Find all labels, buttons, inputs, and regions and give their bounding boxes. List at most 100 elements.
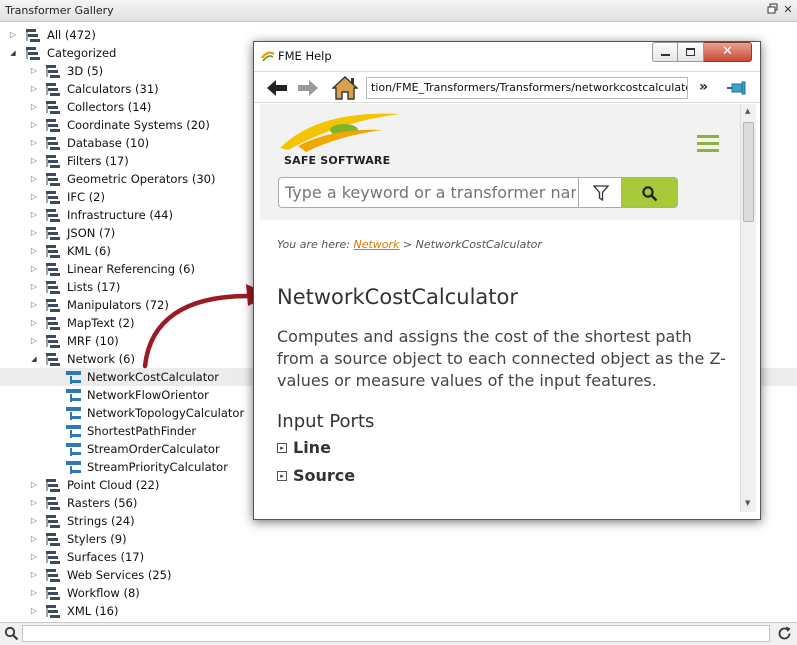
home-icon[interactable] xyxy=(331,76,359,103)
category-tree-icon xyxy=(46,569,61,582)
expand-arrow-icon[interactable]: ▷ xyxy=(29,188,39,206)
float-panel-button[interactable] xyxy=(766,3,780,17)
tree-item-label: Linear Referencing (6) xyxy=(67,262,195,276)
back-arrow-icon[interactable] xyxy=(266,79,288,100)
expand-arrow-icon[interactable]: ▷ xyxy=(29,260,39,278)
close-button[interactable]: ✕ xyxy=(704,42,752,62)
expand-arrow-icon[interactable]: ▷ xyxy=(29,548,39,566)
category-tree-icon xyxy=(46,497,61,510)
minimize-button[interactable] xyxy=(652,42,678,62)
expand-arrow-icon[interactable]: ▷ xyxy=(29,476,39,494)
scroll-down-icon[interactable]: ▼ xyxy=(745,499,750,507)
address-bar[interactable]: tion/FME_Transformers/Transformers/netwo… xyxy=(366,77,688,99)
expand-arrow-icon[interactable]: ▷ xyxy=(29,332,39,350)
expand-arrow-icon[interactable]: ▷ xyxy=(29,206,39,224)
tree-item-label: NetworkFlowOrientor xyxy=(87,388,209,402)
filter-button[interactable] xyxy=(578,177,622,208)
panel-titlebar: Transformer Gallery ✕ xyxy=(0,0,797,22)
expand-arrow-icon[interactable]: ▷ xyxy=(29,314,39,332)
category-tree-icon xyxy=(46,191,61,204)
category-tree-icon xyxy=(46,245,61,258)
category-tree-icon xyxy=(46,209,61,222)
scroll-up-icon[interactable]: ▲ xyxy=(745,107,750,115)
expand-arrow-icon[interactable]: ▷ xyxy=(29,278,39,296)
category-tree-icon xyxy=(46,227,61,240)
logo-text: SAFE SOFTWARE xyxy=(284,154,391,167)
expand-arrow-icon[interactable]: ▷ xyxy=(29,530,39,548)
tree-item-label: Strings (24) xyxy=(67,514,135,528)
tree-item-label: Calculators (31) xyxy=(67,82,159,96)
filter-icon xyxy=(592,185,610,204)
close-panel-button[interactable]: ✕ xyxy=(781,3,795,17)
category-tree-icon xyxy=(46,101,61,114)
help-window-title: FME Help xyxy=(278,49,332,63)
expand-box-icon: ▸ xyxy=(277,471,287,481)
tree-item-label: NetworkCostCalculator xyxy=(87,370,219,384)
site-header: SAFE SOFTWARE xyxy=(260,104,740,220)
tree-item-label: StreamPriorityCalculator xyxy=(87,460,228,474)
search-button[interactable] xyxy=(622,177,678,208)
refresh-icon[interactable] xyxy=(776,625,793,645)
help-search-input[interactable] xyxy=(278,177,578,208)
expand-arrow-icon[interactable]: ▷ xyxy=(29,170,39,188)
category-tree-icon xyxy=(46,353,61,366)
tree-item-label: Point Cloud (22) xyxy=(67,478,160,492)
transformer-node-icon xyxy=(66,371,81,384)
page-title: NetworkCostCalculator xyxy=(277,285,519,309)
maximize-button[interactable] xyxy=(678,42,704,62)
help-scrollbar[interactable]: ▲ ▼ xyxy=(740,104,756,512)
panel-title: Transformer Gallery xyxy=(5,4,114,17)
tree-item-label: XML (16) xyxy=(67,604,119,618)
expand-arrow-icon[interactable]: ▷ xyxy=(29,512,39,530)
collapse-arrow-icon[interactable]: ◢ xyxy=(29,350,39,368)
category-tree-icon xyxy=(46,317,61,330)
expand-arrow-icon[interactable]: ▷ xyxy=(29,602,39,620)
category-tree-icon xyxy=(26,47,41,60)
expand-arrow-icon[interactable]: ▷ xyxy=(29,584,39,602)
expand-arrow-icon[interactable]: ▷ xyxy=(29,566,39,584)
more-chevron-icon[interactable]: » xyxy=(699,79,708,95)
tree-item-label: KML (6) xyxy=(67,244,111,258)
tree-item-category[interactable]: ▷ XML (16) xyxy=(0,602,797,620)
tree-item-label: Collectors (14) xyxy=(67,100,152,114)
pin-icon[interactable] xyxy=(726,81,750,98)
expand-arrow-icon[interactable]: ▷ xyxy=(29,116,39,134)
tree-item-label: Manipulators (72) xyxy=(67,298,169,312)
search-input[interactable] xyxy=(22,625,770,642)
menu-hamburger-icon[interactable] xyxy=(697,134,719,155)
tree-item-label: Surfaces (17) xyxy=(67,550,145,564)
expand-arrow-icon[interactable]: ▷ xyxy=(29,62,39,80)
tree-item-category[interactable]: ▷ Surfaces (17) xyxy=(0,548,797,566)
expand-arrow-icon[interactable]: ▷ xyxy=(29,224,39,242)
category-tree-icon xyxy=(46,119,61,132)
expand-arrow-icon[interactable]: ▷ xyxy=(29,98,39,116)
expand-arrow-icon[interactable]: ▷ xyxy=(29,152,39,170)
tree-item-label: IFC (2) xyxy=(67,190,105,204)
expand-arrow-icon[interactable]: ▷ xyxy=(29,494,39,512)
category-tree-icon xyxy=(46,479,61,492)
transformer-node-icon xyxy=(66,389,81,402)
expand-arrow-icon[interactable]: ▷ xyxy=(29,242,39,260)
help-titlebar: FME Help ✕ xyxy=(254,42,760,70)
expand-arrow-icon[interactable]: ▷ xyxy=(29,134,39,152)
magnifier-icon xyxy=(641,185,658,205)
tree-item-category[interactable]: ▷ Workflow (8) xyxy=(0,584,797,602)
breadcrumb-link-network[interactable]: Network xyxy=(353,238,399,251)
tree-item-category[interactable]: ▷ Stylers (9) xyxy=(0,530,797,548)
category-tree-icon xyxy=(46,263,61,276)
expand-arrow-icon[interactable]: ▷ xyxy=(8,26,18,44)
transformer-node-icon xyxy=(66,461,81,474)
tree-item-label: Infrastructure (44) xyxy=(67,208,173,222)
expand-arrow-icon[interactable]: ▷ xyxy=(29,80,39,98)
scrollbar-thumb[interactable] xyxy=(743,122,754,222)
tree-item-label: Coordinate Systems (20) xyxy=(67,118,210,132)
tree-item-label: Workflow (8) xyxy=(67,586,140,600)
tree-item-category[interactable]: ▷ Web Services (25) xyxy=(0,566,797,584)
expand-arrow-icon[interactable]: ▷ xyxy=(29,296,39,314)
search-bar xyxy=(0,622,797,645)
forward-arrow-icon[interactable] xyxy=(297,79,319,100)
collapse-arrow-icon[interactable]: ◢ xyxy=(8,44,18,62)
tree-item-label: All (472) xyxy=(47,28,96,42)
breadcrumb-current: NetworkCostCalculator xyxy=(415,238,542,251)
category-tree-icon xyxy=(26,29,41,42)
